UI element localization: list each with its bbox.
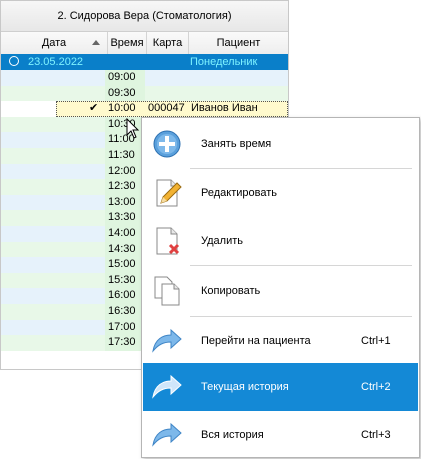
menu-item-edit[interactable]: Редактировать [143,169,418,217]
time-value: 17:30 [108,336,136,349]
copy-icon [154,276,180,306]
menu-item-shortcut: Ctrl+3 [361,429,391,441]
menu-item-delete[interactable]: Удалить [143,217,418,265]
column-header-card-label: Карта [152,37,183,49]
menu-separator [190,265,412,266]
time-value: 13:30 [108,211,136,224]
menu-item-label: Копировать [201,285,261,297]
edit-icon [156,179,182,207]
menu-item-label: Вся история [201,429,264,441]
collapse-icon[interactable] [9,56,19,66]
time-value: 12:00 [108,164,136,177]
menu-item-take-time[interactable]: Занять время [143,120,418,168]
column-header-date[interactable]: Дата [1,32,108,54]
plus-icon [153,130,181,158]
date-group-row[interactable]: 23.05.2022 Понедельник [1,54,288,70]
time-value: 17:00 [108,320,136,333]
menu-item-label: Перейти на пациента [201,335,311,347]
schedule-row[interactable]: 09:30 [1,85,288,102]
time-value: 16:00 [108,289,136,302]
column-header-card[interactable]: Карта [147,32,189,54]
column-header-time[interactable]: Время [108,32,147,54]
menu-item-copy[interactable]: Копировать [143,267,418,315]
schedule-row[interactable]: ✔ 000047 Иванов Иван 10:00 [1,101,288,117]
mouse-cursor-icon [126,118,140,139]
time-value: 09:30 [108,86,136,99]
group-date: 23.05.2022 [28,56,84,68]
menu-item-current-history[interactable]: Текущая история Ctrl+2 [143,363,418,411]
doctor-title: 2. Сидорова Вера (Стоматология) [1,1,288,32]
schedule-row[interactable]: 09:00 [1,70,288,86]
menu-item-label: Редактировать [201,187,277,199]
sort-asc-icon [92,40,100,45]
delete-icon [156,227,180,255]
column-header-patient-label: Пациент [216,37,261,49]
time-value: 14:00 [108,227,136,239]
menu-item-label: Удалить [201,235,243,247]
card-number: 000047 [148,102,185,115]
arrow-icon [152,374,182,399]
menu-item-shortcut: Ctrl+1 [361,335,391,347]
menu-item-all-history[interactable]: Вся история Ctrl+3 [143,411,418,459]
column-header-time-label: Время [110,37,144,49]
patient-name: Иванов Иван [191,102,258,115]
context-menu: Занять время Редактировать Удалить Копир… [141,117,420,458]
column-header-date-label: Дата [41,37,67,49]
time-value: 15:00 [108,258,136,271]
column-header-row: Дата Время Карта Пациент [1,32,288,55]
time-value: 12:30 [108,180,136,193]
time-value: 14:30 [108,242,136,255]
column-header-patient[interactable]: Пациент [189,32,288,54]
time-value: 09:00 [108,71,136,83]
time-value: 13:00 [108,195,136,208]
check-icon: ✔ [89,102,99,115]
menu-item-label: Текущая история [201,381,289,393]
group-day: Понедельник [190,56,258,68]
arrow-icon [152,328,182,353]
time-value: 11:30 [108,149,135,161]
time-value: 16:30 [108,305,136,317]
menu-item-go-to-patient[interactable]: Перейти на пациента Ctrl+1 [143,317,418,365]
arrow-icon [152,422,182,447]
menu-item-label: Занять время [201,138,272,150]
time-value: 10:00 [108,102,136,115]
time-value: 15:30 [108,273,136,286]
menu-item-shortcut: Ctrl+2 [361,381,391,393]
